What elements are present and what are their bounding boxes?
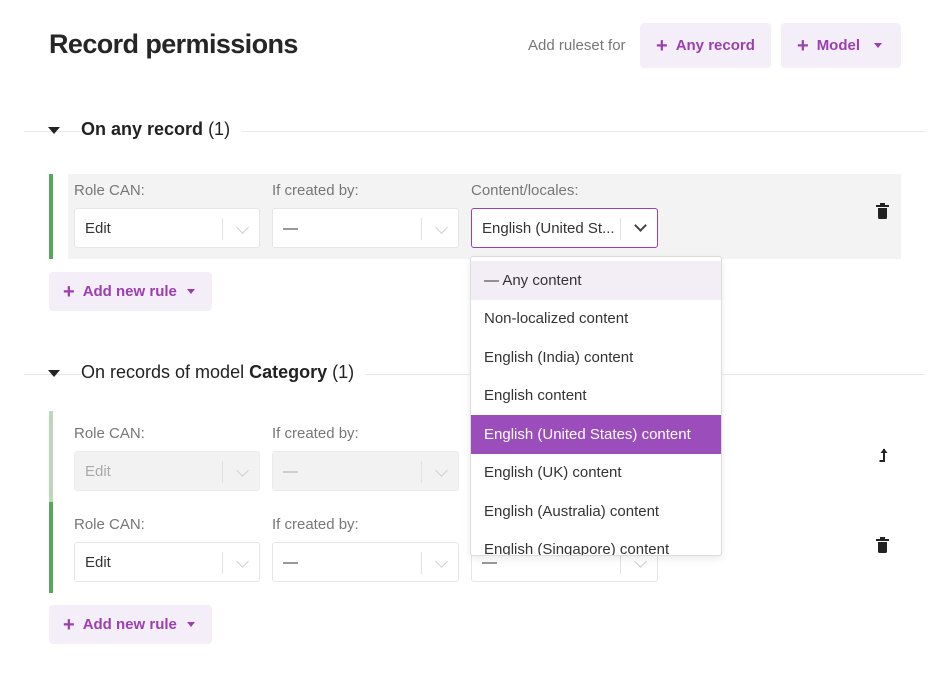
add-any-record-ruleset-button[interactable]: + Any record [640,23,771,68]
content-locales-label: Content/locales: [471,182,579,199]
rule-active-bar [49,174,53,259]
collapse-caret-icon[interactable] [48,127,60,134]
select-separator [222,461,223,483]
content-locales-select-value: — [482,553,497,571]
any-record-button-label: Any record [675,37,755,54]
content-locales-select-value: English (United St... [482,219,615,237]
role-label: Role CAN: [74,425,145,442]
plus-icon: + [63,613,75,636]
content-locales-dropdown-menu: — Any content Non-localized content Engl… [470,256,722,556]
role-label: Role CAN: [74,516,145,533]
created-by-label: If created by: [272,516,359,533]
trash-icon[interactable] [876,203,889,219]
dropdown-option[interactable]: English content [471,377,721,416]
model-button-label: Model [816,37,861,54]
trash-icon[interactable] [876,537,889,553]
created-by-select[interactable]: — [272,542,459,582]
section-count: (1) [332,362,355,382]
dropdown-option[interactable]: English (UK) content [471,454,721,493]
plus-icon: + [797,34,809,57]
chevron-down-icon [236,221,249,234]
select-separator [222,552,223,574]
page-title: Record permissions [49,29,298,59]
created-by-select-value: — [283,219,298,237]
plus-icon: + [656,34,668,57]
section-title-model: Category [249,362,328,382]
chevron-down-icon [435,464,448,477]
created-by-label: If created by: [272,182,359,199]
add-model-ruleset-button[interactable]: + Model [781,23,901,68]
role-select-value: Edit [85,462,111,480]
select-separator [620,218,621,240]
created-by-select-value: — [283,553,298,571]
caret-down-icon [874,43,883,48]
content-locales-select[interactable]: English (United St... [471,208,658,248]
dropdown-option[interactable]: Non-localized content [471,300,721,339]
rule-inactive-bar [49,411,53,502]
dropdown-option-selected[interactable]: English (United States) content [471,415,721,454]
dropdown-option[interactable]: English (Australia) content [471,492,721,531]
chevron-down-icon [236,555,249,568]
dropdown-option[interactable]: English (Singapore) content [471,531,721,555]
add-new-rule-button[interactable]: + Add new rule [49,272,212,311]
caret-down-icon [186,622,195,627]
add-ruleset-label: Add ruleset for [528,37,626,54]
chevron-down-icon [236,464,249,477]
add-new-rule-label: Add new rule [82,616,177,633]
add-new-rule-label: Add new rule [82,283,177,300]
select-separator [421,552,422,574]
select-separator [222,218,223,240]
role-select-value: Edit [85,553,111,571]
collapse-caret-icon[interactable] [48,370,60,377]
add-new-rule-button[interactable]: + Add new rule [49,605,212,644]
select-separator [421,218,422,240]
section-title-any-record[interactable]: On any record (1) [81,119,243,140]
role-select-value: Edit [85,219,111,237]
dropdown-option[interactable]: English (India) content [471,338,721,377]
section-title-text: On any record [81,119,204,139]
move-up-icon[interactable] [878,447,890,465]
role-select[interactable]: Edit [74,208,260,248]
role-select[interactable]: Edit [74,542,260,582]
section-title-text: On records of model [81,362,250,382]
created-by-select-disabled: — [272,451,459,491]
dropdown-option[interactable]: — Any content [471,261,721,300]
chevron-down-icon [634,219,647,232]
created-by-select[interactable]: — [272,208,459,248]
rule-active-bar [49,502,53,593]
created-by-select-value: — [283,462,298,480]
plus-icon: + [63,280,75,303]
chevron-down-icon [435,221,448,234]
role-label: Role CAN: [74,182,145,199]
section-title-model-category[interactable]: On records of model Category (1) [81,362,367,383]
caret-down-icon [186,289,195,294]
chevron-down-icon [435,555,448,568]
chevron-down-icon [634,555,647,568]
role-select-disabled: Edit [74,451,260,491]
section-count: (1) [208,119,231,139]
select-separator [421,461,422,483]
created-by-label: If created by: [272,425,359,442]
